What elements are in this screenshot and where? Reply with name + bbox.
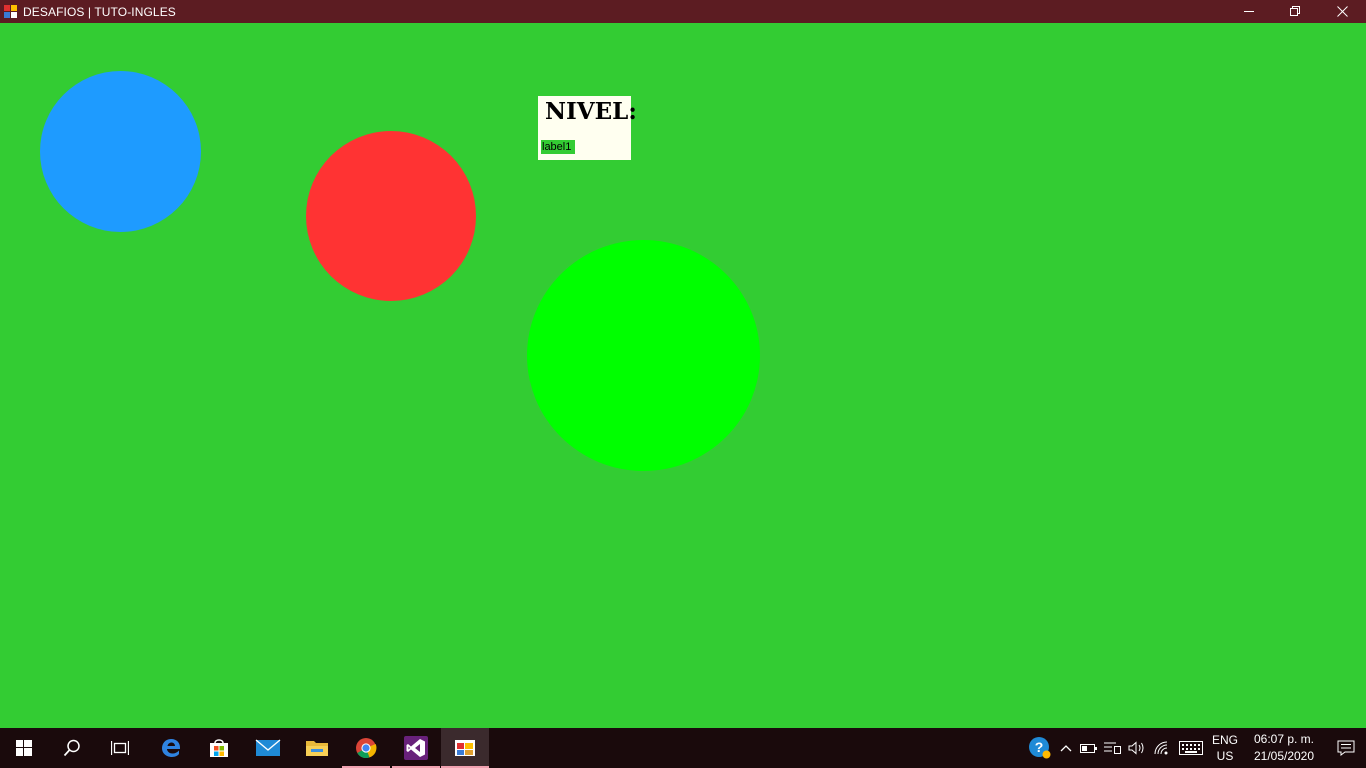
- level-value-label: label1: [541, 140, 576, 154]
- keyboard-layout: US: [1216, 749, 1234, 763]
- help-icon: ?: [1029, 737, 1051, 759]
- blue-circle[interactable]: [40, 71, 201, 232]
- green-circle[interactable]: [527, 240, 760, 471]
- clock-time: 06:07 p. m.: [1253, 732, 1315, 746]
- edge-icon: [162, 739, 181, 757]
- battery-tray-button[interactable]: [1078, 728, 1100, 768]
- volume-tray-button[interactable]: [1126, 728, 1148, 768]
- search-icon: [63, 739, 80, 757]
- taskbar: ? ENG US 06:07 p. m. 21/05/2020: [0, 728, 1366, 768]
- clock[interactable]: 06:07 p. m. 21/05/2020: [1248, 728, 1320, 768]
- file-explorer-icon: [306, 741, 328, 756]
- projection-icon: [1104, 742, 1121, 754]
- clock-date: 21/05/2020: [1253, 749, 1315, 763]
- battery-icon: [1080, 744, 1097, 753]
- taskbar-store[interactable]: [195, 728, 243, 768]
- taskbar-form-app[interactable]: [441, 728, 489, 768]
- task-view-icon: [111, 741, 129, 755]
- mail-icon: [255, 739, 281, 756]
- taskbar-file-explorer[interactable]: [293, 728, 341, 768]
- game-canvas[interactable]: NIVEL: label1: [0, 23, 1366, 728]
- display-tray-button[interactable]: [1102, 728, 1124, 768]
- level-title: NIVEL:: [545, 98, 637, 125]
- notifications-button[interactable]: [1326, 728, 1366, 768]
- taskbar-chrome[interactable]: [342, 728, 390, 768]
- wifi-tray-button[interactable]: [1150, 728, 1174, 768]
- store-icon: [210, 739, 228, 757]
- windows-start-icon: [16, 740, 32, 756]
- language-code: ENG: [1211, 733, 1238, 747]
- start-button[interactable]: [0, 728, 48, 768]
- form-app-icon: [455, 740, 475, 756]
- show-hidden-icons-button[interactable]: [1056, 728, 1076, 768]
- taskbar-mail[interactable]: [244, 728, 292, 768]
- system-tray: ? ENG US 06:07 p. m. 21/05/2020: [1026, 728, 1366, 768]
- window-title: DESAFIOS | TUTO-INGLES: [23, 4, 176, 19]
- taskbar-edge[interactable]: [147, 728, 195, 768]
- svg-text:?: ?: [1035, 739, 1044, 755]
- app-icon: [4, 4, 18, 19]
- restore-button[interactable]: [1272, 0, 1318, 23]
- window-title-bar[interactable]: DESAFIOS | TUTO-INGLES: [0, 0, 1366, 23]
- visual-studio-icon: [404, 736, 428, 760]
- touch-keyboard-button[interactable]: [1176, 728, 1206, 768]
- chrome-icon: [356, 738, 377, 759]
- help-tray-button[interactable]: ?: [1026, 728, 1054, 768]
- wifi-icon: [1154, 741, 1168, 755]
- language-indicator[interactable]: ENG US: [1208, 728, 1242, 768]
- window-controls: [1226, 0, 1366, 23]
- red-circle[interactable]: [306, 131, 476, 301]
- task-view-button[interactable]: [96, 728, 144, 768]
- search-button[interactable]: [48, 728, 96, 768]
- close-button[interactable]: [1318, 0, 1366, 23]
- minimize-button[interactable]: [1226, 0, 1272, 23]
- taskbar-visual-studio[interactable]: [392, 728, 440, 768]
- volume-icon: [1128, 741, 1144, 755]
- keyboard-icon: [1179, 741, 1203, 755]
- chevron-up-icon: [1060, 745, 1072, 752]
- level-panel: NIVEL: label1: [538, 96, 637, 160]
- notification-icon: [1337, 740, 1355, 756]
